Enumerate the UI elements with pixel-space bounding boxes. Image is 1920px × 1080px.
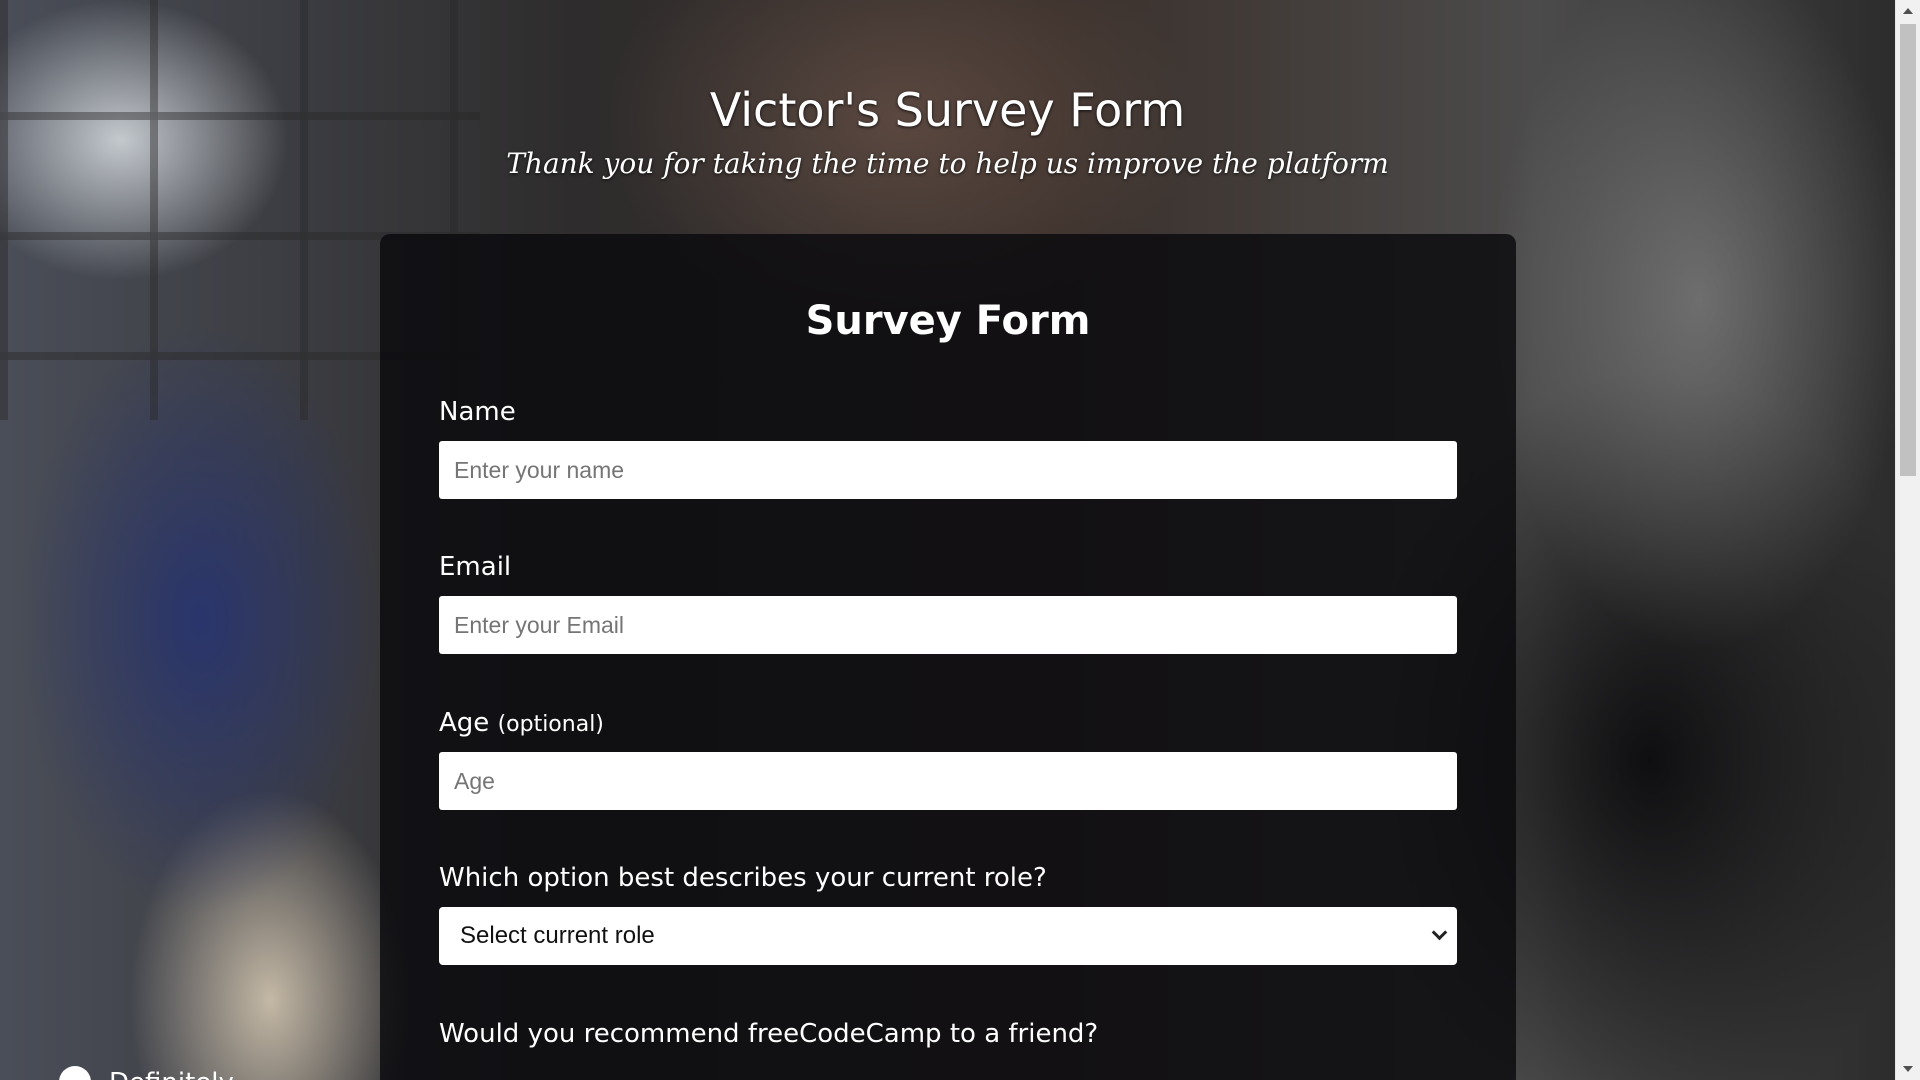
age-input[interactable]: [439, 752, 1457, 810]
scroll-down-arrow-icon[interactable]: [1903, 1066, 1913, 1072]
role-label: Which option best describes your current…: [439, 863, 1047, 893]
radio-button[interactable]: [59, 1066, 91, 1080]
page-viewport: Victor's Survey Form Thank you for takin…: [0, 0, 1920, 1080]
name-label: Name: [439, 397, 516, 427]
age-optional-note: (optional): [497, 712, 604, 737]
scroll-up-arrow-icon[interactable]: [1903, 8, 1913, 14]
role-select[interactable]: Select current role: [439, 907, 1457, 965]
vertical-scrollbar[interactable]: [1895, 0, 1920, 1080]
recommend-label: Would you recommend freeCodeCamp to a fr…: [439, 1019, 1099, 1049]
name-input[interactable]: [439, 441, 1457, 499]
scrollbar-thumb[interactable]: [1900, 24, 1916, 476]
email-label: Email: [439, 552, 512, 582]
form-heading: Survey Form: [805, 298, 1091, 344]
page-subtitle: Thank you for taking the time to help us…: [506, 147, 1389, 180]
survey-form: Survey Form Name Email Age (optional) Wh…: [380, 234, 1516, 1080]
email-input[interactable]: [439, 596, 1457, 654]
age-label-text: Age: [439, 708, 490, 738]
chevron-down-icon: [1431, 924, 1448, 941]
page-title: Victor's Survey Form: [709, 83, 1186, 137]
role-select-value: Select current role: [460, 922, 655, 949]
page-header: Victor's Survey Form Thank you for takin…: [0, 78, 1895, 186]
age-label: Age (optional): [439, 705, 604, 743]
radio-option-label: Definitely: [109, 1066, 234, 1080]
